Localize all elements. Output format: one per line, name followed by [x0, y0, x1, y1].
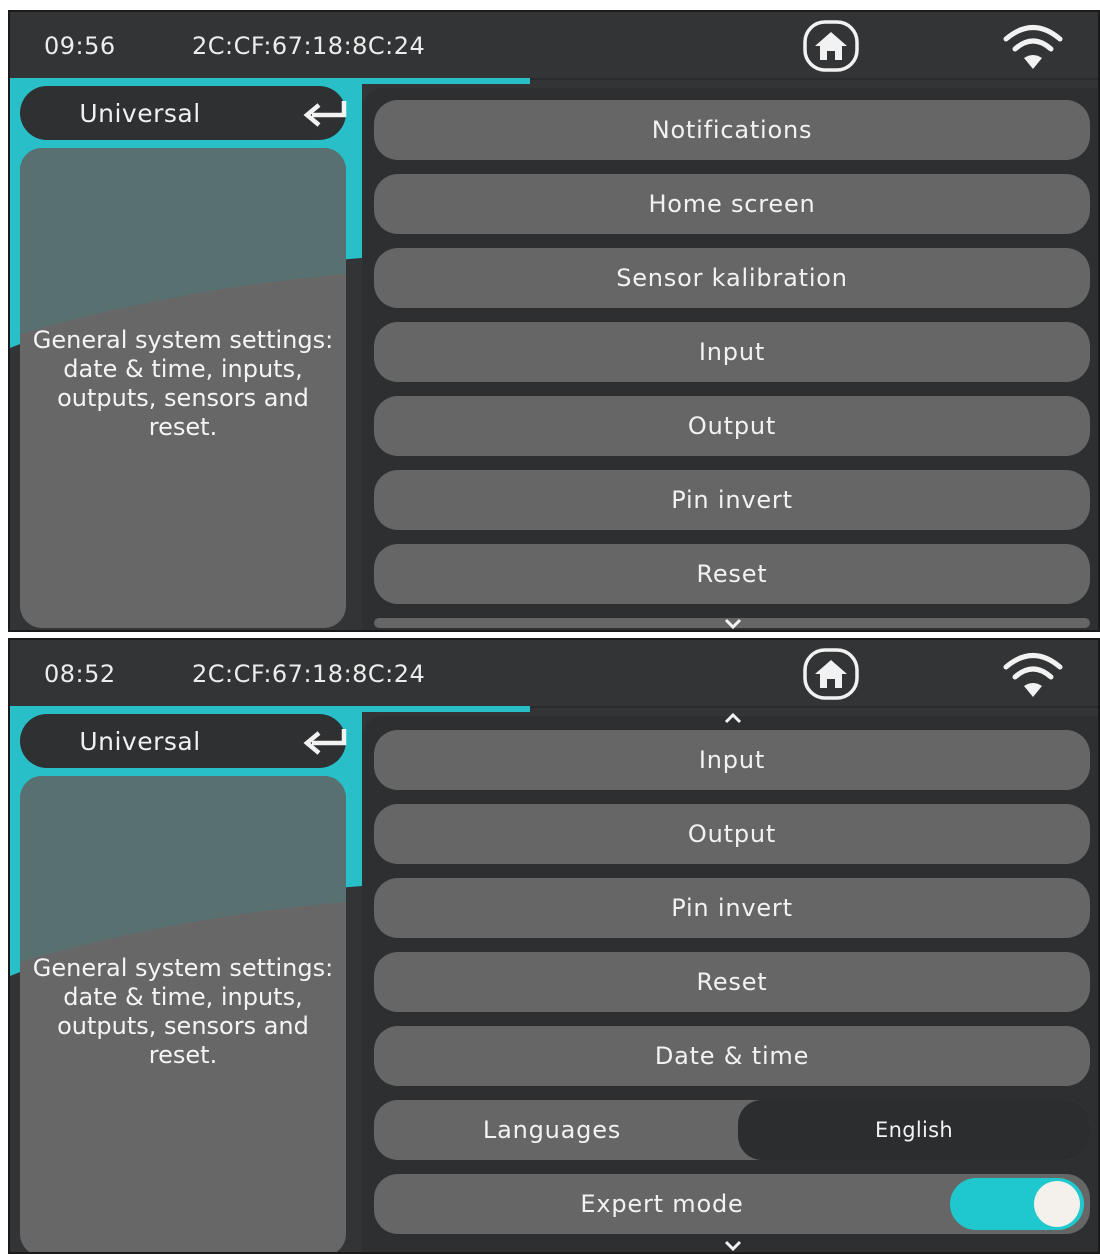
status-bar: 09:56 2C:CF:67:18:8C:24 [10, 12, 1098, 80]
description-panel: General system settings: date & time, in… [20, 148, 346, 628]
page-title-bar: Universal [20, 86, 347, 140]
description-text: General system settings: date & time, in… [32, 954, 334, 1069]
language-select[interactable]: English [738, 1100, 1090, 1160]
status-bar: 08:52 2C:CF:67:18:8C:24 [10, 640, 1098, 708]
menu-item-output[interactable]: Output [374, 396, 1090, 456]
settings-screen-1: 09:56 2C:CF:67:18:8C:24 Universal Genera… [8, 10, 1100, 632]
home-icon[interactable] [802, 648, 860, 700]
clock: 09:56 [44, 32, 116, 60]
back-arrow-icon[interactable] [302, 726, 350, 756]
languages-label: Languages [482, 1116, 622, 1144]
page-title: Universal [79, 99, 201, 128]
expert-mode-label: Expert mode [580, 1190, 744, 1218]
menu-item-reset[interactable]: Reset [374, 952, 1090, 1012]
description-panel: General system settings: date & time, in… [20, 776, 346, 1252]
expert-mode-row: Expert mode [374, 1174, 1090, 1234]
mac-address: 2C:CF:67:18:8C:24 [192, 660, 426, 688]
page-title-bar: Universal [20, 714, 347, 768]
menu-item-sensor-kalibration[interactable]: Sensor kalibration [374, 248, 1090, 308]
wifi-icon [1003, 653, 1063, 697]
toggle-knob [1034, 1181, 1080, 1227]
back-arrow-icon[interactable] [302, 98, 350, 128]
clock: 08:52 [44, 660, 116, 688]
menu-item-pin-invert[interactable]: Pin invert [374, 470, 1090, 530]
menu-item-pin-invert[interactable]: Pin invert [374, 878, 1090, 938]
languages-row: Languages English [374, 1100, 1090, 1160]
settings-screen-2: 08:52 2C:CF:67:18:8C:24 Universal Genera… [8, 638, 1100, 1254]
wifi-icon [1003, 25, 1063, 69]
chevron-up-icon[interactable] [722, 712, 744, 724]
expert-mode-toggle[interactable] [950, 1178, 1084, 1230]
chevron-down-icon[interactable] [722, 1240, 744, 1252]
home-icon[interactable] [802, 20, 860, 72]
menu-item-date-time[interactable]: Date & time [374, 1026, 1090, 1086]
menu-item-input[interactable]: Input [374, 322, 1090, 382]
description-text: General system settings: date & time, in… [32, 326, 334, 441]
menu-item-input[interactable]: Input [374, 730, 1090, 790]
page-title: Universal [79, 727, 201, 756]
menu-item-reset[interactable]: Reset [374, 544, 1090, 604]
menu-item-output[interactable]: Output [374, 804, 1090, 864]
menu-item-home-screen[interactable]: Home screen [374, 174, 1090, 234]
chevron-down-icon[interactable] [722, 618, 744, 630]
menu-item-notifications[interactable]: Notifications [374, 100, 1090, 160]
mac-address: 2C:CF:67:18:8C:24 [192, 32, 426, 60]
